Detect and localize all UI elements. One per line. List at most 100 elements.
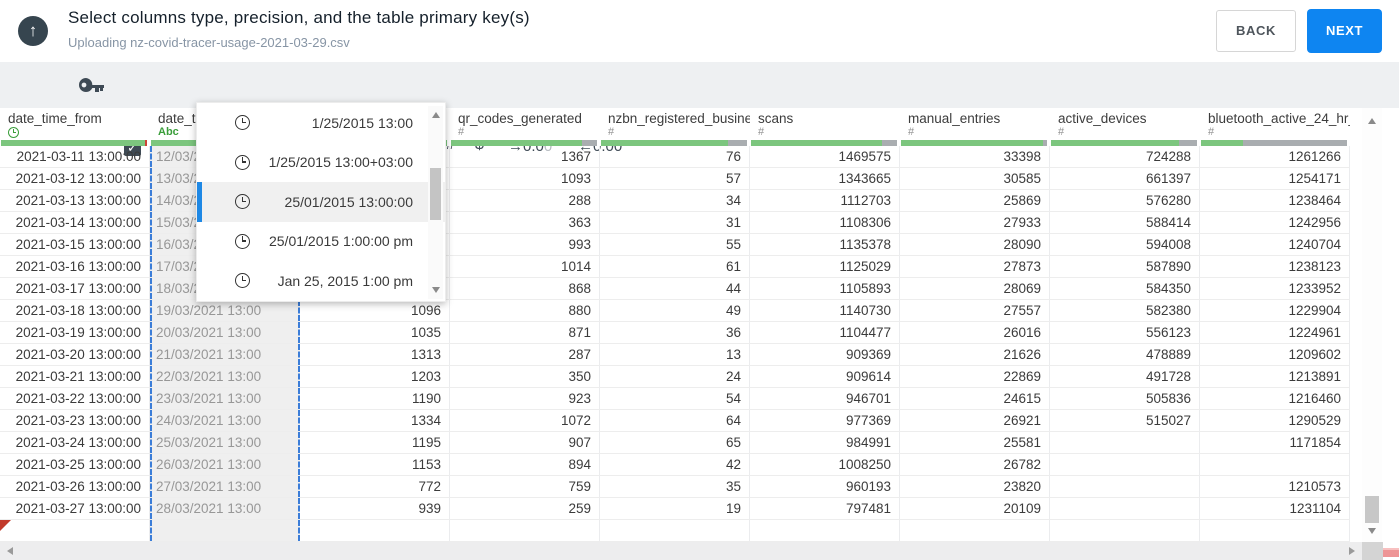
table-cell[interactable]: 1209602 <box>1200 344 1350 365</box>
date-format-option[interactable]: 25/01/2015 13:00:00 <box>197 182 445 222</box>
table-cell[interactable]: 1229904 <box>1200 300 1350 321</box>
table-cell[interactable]: 478889 <box>1050 344 1200 365</box>
dropdown-scroll-thumb[interactable] <box>430 168 441 220</box>
table-cell[interactable]: 1190 <box>300 388 450 409</box>
table-cell[interactable]: 287 <box>450 344 600 365</box>
table-cell[interactable]: 2021-03-24 13:00:00 <box>0 432 150 453</box>
column-header-qr_codes_generated[interactable]: qr_codes_generated # <box>450 108 600 146</box>
table-cell[interactable]: 24/03/2021 13:00 <box>150 410 300 431</box>
table-cell[interactable]: 44 <box>600 278 750 299</box>
table-cell[interactable]: 1261266 <box>1200 146 1350 167</box>
table-cell[interactable]: 491728 <box>1050 366 1200 387</box>
table-cell[interactable]: 28090 <box>900 234 1050 255</box>
table-cell[interactable]: 2021-03-14 13:00:00 <box>0 212 150 233</box>
table-cell[interactable]: 27873 <box>900 256 1050 277</box>
table-cell[interactable]: 350 <box>450 366 600 387</box>
table-cell[interactable]: 42 <box>600 454 750 475</box>
table-cell[interactable]: 1343665 <box>750 168 900 189</box>
table-cell[interactable]: 1210573 <box>1200 476 1350 497</box>
table-cell[interactable]: 576280 <box>1050 190 1200 211</box>
table-cell[interactable]: 1108306 <box>750 212 900 233</box>
table-cell[interactable]: 49 <box>600 300 750 321</box>
table-cell[interactable]: 907 <box>450 432 600 453</box>
scroll-down-button[interactable] <box>1368 528 1376 534</box>
table-cell[interactable]: 594008 <box>1050 234 1200 255</box>
table-cell[interactable]: 2021-03-11 13:00:00 <box>0 146 150 167</box>
table-cell[interactable]: 26016 <box>900 322 1050 343</box>
table-cell[interactable]: 1014 <box>450 256 600 277</box>
table-cell[interactable]: 909369 <box>750 344 900 365</box>
scroll-right-button[interactable] <box>1349 547 1355 555</box>
table-cell[interactable]: 54 <box>600 388 750 409</box>
table-cell[interactable]: 584350 <box>1050 278 1200 299</box>
dropdown-scroll-up-button[interactable] <box>432 112 440 118</box>
table-cell[interactable]: 20/03/2021 13:00 <box>150 322 300 343</box>
table-cell[interactable]: 1072 <box>450 410 600 431</box>
table-cell[interactable]: 2021-03-26 13:00:00 <box>0 476 150 497</box>
table-cell[interactable]: 2021-03-20 13:00:00 <box>0 344 150 365</box>
table-cell[interactable]: 20109 <box>900 498 1050 519</box>
table-cell[interactable]: 515027 <box>1050 410 1200 431</box>
scroll-up-button[interactable] <box>1368 118 1376 124</box>
table-cell[interactable]: 1238123 <box>1200 256 1350 277</box>
table-cell[interactable]: 13 <box>600 344 750 365</box>
table-cell[interactable]: 27/03/2021 13:00 <box>150 476 300 497</box>
table-cell[interactable] <box>750 520 900 541</box>
table-cell[interactable]: 582380 <box>1050 300 1200 321</box>
table-cell[interactable]: 1093 <box>450 168 600 189</box>
vertical-scroll-thumb[interactable] <box>1365 496 1379 523</box>
table-cell[interactable]: 22869 <box>900 366 1050 387</box>
scroll-left-button[interactable] <box>7 547 13 555</box>
table-cell[interactable]: 2021-03-27 13:00:00 <box>0 498 150 519</box>
table-cell[interactable]: 923 <box>450 388 600 409</box>
table-cell[interactable]: 1195 <box>300 432 450 453</box>
table-cell[interactable]: 797481 <box>750 498 900 519</box>
table-cell[interactable]: 871 <box>450 322 600 343</box>
table-cell[interactable]: 76 <box>600 146 750 167</box>
table-cell[interactable] <box>1050 498 1200 519</box>
table-cell[interactable]: 1171854 <box>1200 432 1350 453</box>
table-cell[interactable]: 1242956 <box>1200 212 1350 233</box>
table-cell[interactable]: 894 <box>450 454 600 475</box>
table-cell[interactable]: 939 <box>300 498 450 519</box>
table-cell[interactable]: 1216460 <box>1200 388 1350 409</box>
back-button[interactable]: BACK <box>1216 10 1296 52</box>
table-cell[interactable]: 1104477 <box>750 322 900 343</box>
table-cell[interactable]: 36 <box>600 322 750 343</box>
table-cell[interactable]: 724288 <box>1050 146 1200 167</box>
table-cell[interactable]: 26782 <box>900 454 1050 475</box>
table-cell[interactable]: 288 <box>450 190 600 211</box>
vertical-scrollbar[interactable] <box>1362 108 1382 542</box>
table-cell[interactable]: 2021-03-21 13:00:00 <box>0 366 150 387</box>
date-format-option[interactable]: Jan 25, 2015 1:00 pm <box>197 261 445 301</box>
column-header-date_time_from[interactable]: date_time_from <box>0 108 150 146</box>
table-cell[interactable]: 772 <box>300 476 450 497</box>
table-cell[interactable]: 25869 <box>900 190 1050 211</box>
table-cell[interactable]: 2021-03-16 13:00:00 <box>0 256 150 277</box>
table-cell[interactable]: 2021-03-18 13:00:00 <box>0 300 150 321</box>
table-cell[interactable]: 1135378 <box>750 234 900 255</box>
column-header-nzbn_registered_busine[interactable]: nzbn_registered_busine # <box>600 108 750 146</box>
table-cell[interactable]: 661397 <box>1050 168 1200 189</box>
table-cell[interactable]: 1254171 <box>1200 168 1350 189</box>
table-cell[interactable]: 1313 <box>300 344 450 365</box>
table-cell[interactable]: 1153 <box>300 454 450 475</box>
table-cell[interactable]: 65 <box>600 432 750 453</box>
table-cell[interactable]: 2021-03-13 13:00:00 <box>0 190 150 211</box>
table-cell[interactable]: 1035 <box>300 322 450 343</box>
table-cell[interactable] <box>300 520 450 541</box>
table-cell[interactable]: 33398 <box>900 146 1050 167</box>
column-header-active_devices[interactable]: active_devices # <box>1050 108 1200 146</box>
table-cell[interactable]: 19 <box>600 498 750 519</box>
table-cell[interactable]: 21626 <box>900 344 1050 365</box>
table-cell[interactable]: 35 <box>600 476 750 497</box>
table-cell[interactable] <box>0 520 150 541</box>
table-cell[interactable]: 993 <box>450 234 600 255</box>
table-cell[interactable]: 1367 <box>450 146 600 167</box>
table-cell[interactable]: 259 <box>450 498 600 519</box>
table-cell[interactable]: 23/03/2021 13:00 <box>150 388 300 409</box>
table-cell[interactable]: 2021-03-12 13:00:00 <box>0 168 150 189</box>
column-header-bluetooth_active_24_hr_[interactable]: bluetooth_active_24_hr_ # <box>1200 108 1350 146</box>
table-cell[interactable]: 24 <box>600 366 750 387</box>
table-cell[interactable]: 1105893 <box>750 278 900 299</box>
